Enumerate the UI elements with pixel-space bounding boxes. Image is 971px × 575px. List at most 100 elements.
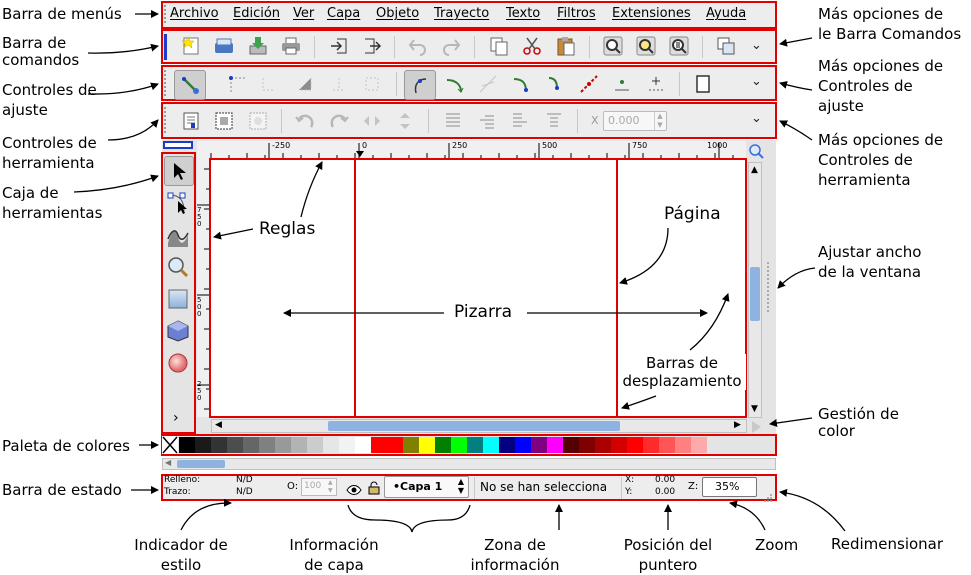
snap-bar-handle[interactable]: [164, 70, 170, 96]
zoom-tool-icon[interactable]: [166, 254, 190, 280]
node-tool-icon[interactable]: [166, 190, 190, 216]
new-document-icon[interactable]: [180, 35, 202, 57]
snap-bbox-corner-icon[interactable]: [226, 73, 248, 95]
color-swatch[interactable]: [259, 437, 275, 453]
color-swatch[interactable]: [211, 437, 227, 453]
menu-extensiones[interactable]: Extensiones: [612, 6, 691, 22]
menu-capa[interactable]: Capa: [327, 6, 360, 22]
snap-bbox-center-icon[interactable]: [328, 73, 350, 95]
zoom-page-icon[interactable]: [668, 35, 690, 57]
layer-visibility-eye-icon[interactable]: [346, 481, 362, 500]
snap-bbox-other-icon[interactable]: [361, 73, 383, 95]
ellipse-tool-icon[interactable]: [166, 350, 190, 376]
toolbox-top-handle[interactable]: [163, 141, 193, 149]
opacity-spin-icon[interactable]: ▲ ▼: [328, 479, 336, 495]
zoom-drawing-icon[interactable]: [635, 35, 657, 57]
color-swatch[interactable]: [243, 437, 259, 453]
selector-tool-icon[interactable]: [164, 156, 194, 186]
cut-icon[interactable]: [521, 35, 543, 57]
color-swatch[interactable]: [323, 437, 339, 453]
color-swatch[interactable]: [179, 437, 195, 453]
select-all-icon[interactable]: [180, 110, 202, 132]
fit-window-grip-icon[interactable]: [767, 262, 773, 312]
menu-archivo[interactable]: Archivo: [170, 6, 219, 22]
color-swatch[interactable]: [435, 437, 451, 453]
deselect-icon[interactable]: [247, 110, 269, 132]
color-swatch[interactable]: [515, 437, 531, 453]
zoom-corner-icon[interactable]: [748, 143, 764, 159]
snap-more-chevron-icon[interactable]: ⌄: [751, 74, 762, 89]
color-swatch[interactable]: [227, 437, 243, 453]
color-swatch[interactable]: [451, 437, 467, 453]
3d-box-tool-icon[interactable]: [166, 318, 190, 344]
color-swatch[interactable]: [307, 437, 323, 453]
toolbox-more-chevron-icon[interactable]: ›: [173, 410, 179, 426]
flip-horizontal-icon[interactable]: [361, 110, 383, 132]
lower-to-bottom-icon[interactable]: [543, 110, 565, 132]
color-swatch[interactable]: [291, 437, 307, 453]
print-icon[interactable]: [280, 35, 302, 57]
raise-icon[interactable]: [476, 110, 498, 132]
redo-icon[interactable]: [440, 35, 462, 57]
rotate-cw-icon[interactable]: [328, 110, 350, 132]
palette-scroll-thumb[interactable]: [177, 460, 225, 468]
vertical-scroll-thumb[interactable]: [750, 267, 760, 321]
color-swatch[interactable]: [387, 437, 403, 453]
snap-intersections-icon[interactable]: [477, 73, 499, 95]
snap-object-center-icon[interactable]: [611, 73, 633, 95]
select-all-layers-icon[interactable]: [213, 110, 235, 132]
snap-nodes-icon[interactable]: [404, 70, 436, 100]
snap-rotation-center-icon[interactable]: [645, 73, 667, 95]
color-swatch[interactable]: [563, 437, 579, 453]
menu-texto[interactable]: Texto: [506, 6, 540, 22]
color-swatch[interactable]: [275, 437, 291, 453]
import-arrow-icon[interactable]: [328, 35, 350, 57]
menu-edicion[interactable]: Edición: [233, 6, 280, 22]
color-swatch[interactable]: [339, 437, 355, 453]
snap-page-border-icon[interactable]: [692, 73, 714, 95]
color-swatch[interactable]: [643, 437, 659, 453]
x-coordinate-spin-icon[interactable]: ▲ ▼: [654, 112, 665, 130]
undo-icon[interactable]: [407, 35, 429, 57]
color-swatch[interactable]: [355, 437, 371, 453]
color-swatch[interactable]: [483, 437, 499, 453]
menu-ver[interactable]: Ver: [293, 6, 314, 22]
no-paint-swatch[interactable]: [162, 436, 178, 454]
commands-bar-handle[interactable]: [164, 34, 167, 60]
color-swatch[interactable]: [547, 437, 563, 453]
snap-smooth-nodes-icon[interactable]: [510, 73, 532, 95]
lower-icon[interactable]: [509, 110, 531, 132]
tweak-tool-icon[interactable]: [166, 222, 190, 248]
horizontal-scroll-thumb[interactable]: [328, 421, 620, 431]
color-management-icon[interactable]: [750, 419, 762, 433]
color-swatch[interactable]: [419, 437, 435, 453]
duplicate-icon[interactable]: [715, 35, 737, 57]
commands-more-chevron-icon[interactable]: ⌄: [751, 38, 762, 53]
color-swatch[interactable]: [659, 437, 675, 453]
scroll-down-icon[interactable]: ▼: [751, 404, 758, 414]
import-icon[interactable]: [247, 35, 269, 57]
copy-icon[interactable]: [488, 35, 510, 57]
color-swatch[interactable]: [611, 437, 627, 453]
zoom-input[interactable]: 35%: [702, 477, 757, 497]
snap-paths-icon[interactable]: [444, 73, 466, 95]
palette-scroll-left-icon[interactable]: ◀: [165, 458, 171, 467]
color-swatch[interactable]: [627, 437, 643, 453]
rectangle-tool-icon[interactable]: [166, 286, 190, 312]
color-swatch[interactable]: [579, 437, 595, 453]
raise-to-top-icon[interactable]: [442, 110, 464, 132]
color-swatch[interactable]: [467, 437, 483, 453]
menu-filtros[interactable]: Filtros: [557, 6, 596, 22]
menu-trayecto[interactable]: Trayecto: [434, 6, 489, 22]
palette-scrollbar[interactable]: ◀: [162, 458, 776, 470]
tool-controls-handle[interactable]: [164, 107, 170, 133]
vertical-scrollbar[interactable]: ▲ ▼: [748, 162, 762, 418]
scroll-up-icon[interactable]: ▲: [751, 165, 758, 175]
layer-selector[interactable]: •Capa 1 ▲ ▼: [384, 476, 469, 498]
scroll-left-icon[interactable]: ◀: [215, 420, 222, 430]
snap-bbox-edge-icon[interactable]: [258, 73, 280, 95]
flip-vertical-icon[interactable]: [394, 110, 416, 132]
color-swatch[interactable]: [195, 437, 211, 453]
horizontal-scrollbar[interactable]: ◀ ▶: [211, 419, 747, 433]
export-arrow-icon[interactable]: [361, 35, 383, 57]
